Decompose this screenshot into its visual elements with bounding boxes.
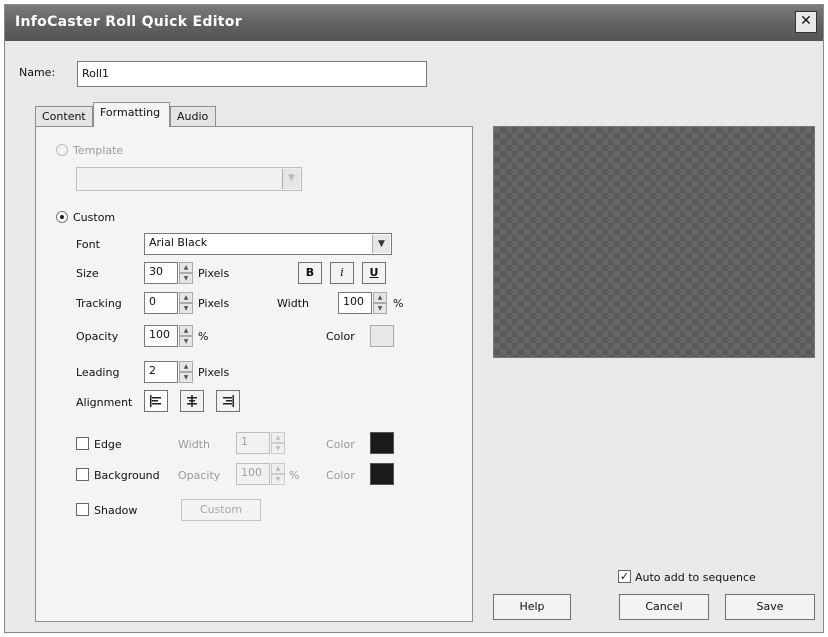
- leading-unit: Pixels: [198, 366, 230, 379]
- tab-content[interactable]: Content: [35, 106, 93, 126]
- alignment-label: Alignment: [76, 396, 133, 409]
- size-unit: Pixels: [198, 267, 230, 280]
- background-opacity-spinner[interactable]: ▲ ▼: [271, 463, 285, 485]
- template-radio[interactable]: [56, 144, 68, 156]
- name-label: Name:: [19, 66, 56, 79]
- help-button[interactable]: Help: [493, 594, 571, 620]
- tracking-label: Tracking: [76, 297, 122, 310]
- background-checkbox[interactable]: [76, 468, 89, 481]
- background-color-swatch[interactable]: [370, 463, 394, 485]
- background-opacity-label: Opacity: [178, 469, 221, 482]
- width-label: Width: [277, 297, 309, 310]
- save-button[interactable]: Save: [725, 594, 815, 620]
- preview-canvas: [493, 126, 815, 358]
- edge-checkbox[interactable]: [76, 437, 89, 450]
- leading-spinner[interactable]: ▲ ▼: [179, 361, 193, 383]
- template-label: Template: [73, 144, 124, 157]
- leading-input[interactable]: 2: [144, 361, 178, 383]
- align-left-button[interactable]: [144, 390, 168, 412]
- cancel-button[interactable]: Cancel: [619, 594, 709, 620]
- italic-button[interactable]: i: [330, 262, 354, 284]
- formatting-panel: Template ▼ Custom Font Arial Black ▼ Siz…: [35, 126, 473, 622]
- edge-color-label: Color: [326, 438, 355, 451]
- edge-width-input[interactable]: 1: [236, 432, 270, 454]
- align-center-icon: [187, 395, 197, 407]
- text-color-label: Color: [326, 330, 355, 343]
- auto-add-checkbox[interactable]: ✓: [618, 570, 631, 583]
- tracking-input[interactable]: 0: [144, 292, 178, 314]
- shadow-checkbox[interactable]: [76, 503, 89, 516]
- align-center-button[interactable]: [180, 390, 204, 412]
- font-label: Font: [76, 238, 100, 251]
- tab-audio[interactable]: Audio: [170, 106, 216, 126]
- align-right-button[interactable]: [216, 390, 240, 412]
- align-right-icon: [223, 395, 234, 407]
- custom-radio[interactable]: [56, 211, 68, 223]
- edge-width-label: Width: [178, 438, 210, 451]
- font-select-value: Arial Black: [149, 236, 208, 249]
- custom-label: Custom: [73, 211, 116, 224]
- edge-width-spinner[interactable]: ▲ ▼: [271, 432, 285, 454]
- auto-add-label: Auto add to sequence: [635, 571, 756, 584]
- tracking-unit: Pixels: [198, 297, 230, 310]
- tab-formatting[interactable]: Formatting: [93, 102, 170, 127]
- name-input[interactable]: Roll1: [77, 61, 427, 87]
- chevron-down-icon: ▼: [372, 235, 390, 253]
- underline-button[interactable]: U: [362, 262, 386, 284]
- size-label: Size: [76, 267, 99, 280]
- bold-button[interactable]: B: [298, 262, 322, 284]
- background-opacity-input[interactable]: 100: [236, 463, 270, 485]
- edge-label: Edge: [94, 438, 122, 451]
- background-color-label: Color: [326, 469, 355, 482]
- template-select[interactable]: ▼: [76, 167, 302, 191]
- size-spinner[interactable]: ▲ ▼: [179, 262, 193, 284]
- width-unit: %: [393, 297, 404, 310]
- opacity-unit: %: [198, 330, 209, 343]
- edge-color-swatch[interactable]: [370, 432, 394, 454]
- font-select[interactable]: Arial Black ▼: [144, 233, 392, 255]
- width-spinner[interactable]: ▲ ▼: [373, 292, 387, 314]
- opacity-spinner[interactable]: ▲ ▼: [179, 325, 193, 347]
- shadow-custom-button[interactable]: Custom: [181, 499, 261, 521]
- title-bar: InfoCaster Roll Quick Editor ✕: [5, 5, 823, 41]
- align-left-icon: [150, 395, 161, 407]
- opacity-label: Opacity: [76, 330, 119, 343]
- text-color-swatch[interactable]: [370, 325, 394, 347]
- shadow-label: Shadow: [94, 504, 138, 517]
- chevron-down-icon: ▼: [282, 169, 300, 189]
- dialog-window: InfoCaster Roll Quick Editor ✕ Name: Rol…: [4, 4, 824, 633]
- opacity-input[interactable]: 100: [144, 325, 178, 347]
- background-label: Background: [94, 469, 160, 482]
- tracking-spinner[interactable]: ▲ ▼: [179, 292, 193, 314]
- width-input[interactable]: 100: [338, 292, 372, 314]
- background-opacity-unit: %: [289, 469, 300, 482]
- leading-label: Leading: [76, 366, 120, 379]
- window-title: InfoCaster Roll Quick Editor: [15, 14, 242, 30]
- close-icon[interactable]: ✕: [795, 11, 817, 33]
- size-input[interactable]: 30: [144, 262, 178, 284]
